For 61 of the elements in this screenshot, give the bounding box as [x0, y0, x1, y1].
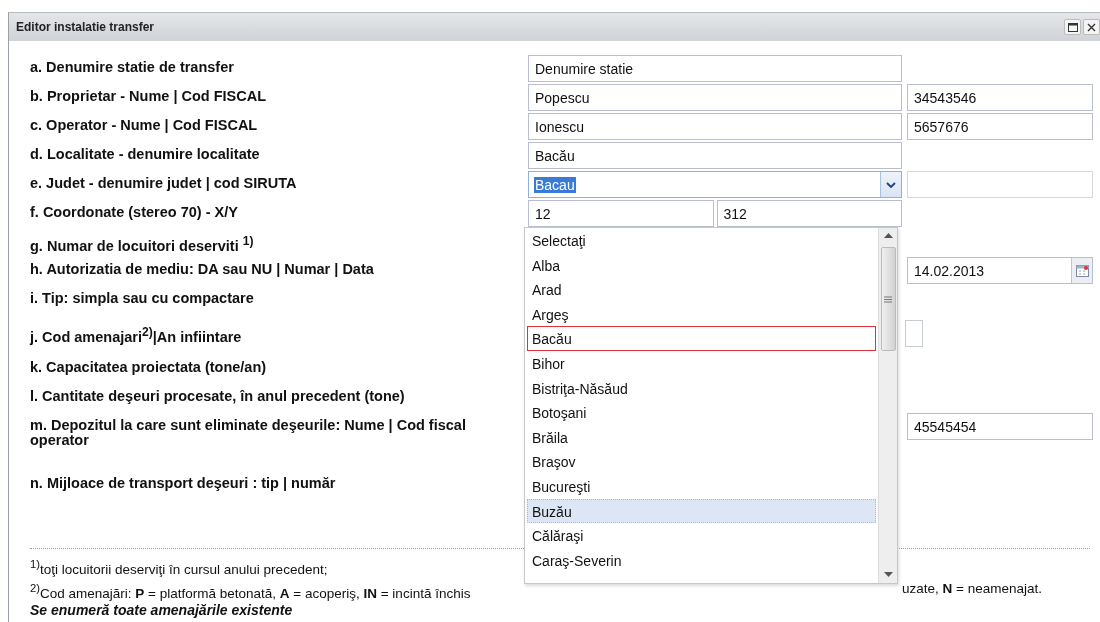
field-label: l. Cantitate deşeuri procesate, în anul precedent (tone)	[30, 387, 406, 404]
dropdown-option[interactable]: Brăila	[527, 424, 876, 450]
close-icon	[1087, 22, 1096, 32]
text-field[interactable]: Popescu	[528, 84, 902, 111]
window-title: Editor instalatie transfer	[16, 20, 155, 34]
field-label: e. Judet - denumire judet | cod SIRUTA	[30, 174, 298, 191]
dropdown-option[interactable]: Călăraşi	[527, 523, 876, 548]
text-field[interactable]: 34543546	[907, 84, 1093, 111]
text-field[interactable]: Ionescu	[528, 113, 902, 140]
grip-icon	[884, 295, 892, 303]
maximize-icon	[1067, 22, 1078, 32]
text-field[interactable]	[905, 320, 923, 347]
maximize-button[interactable]	[1064, 19, 1081, 35]
dropdown-option[interactable]: Bistriţa-Năsăud	[527, 375, 876, 401]
field-label: g. Numar de locuitori deserviti $^{1)}$	[30, 233, 255, 254]
dropdown-option[interactable]: Bihor	[527, 350, 876, 376]
text-field[interactable]: 312	[716, 200, 902, 227]
dropdown-option[interactable]: Selectaţi	[527, 228, 876, 253]
text-field[interactable]: Bacău	[528, 142, 902, 169]
field-label: k. Capacitatea proiectata (tone/an)	[30, 358, 268, 375]
field-label: i. Tip: simpla sau cu compactare	[30, 289, 255, 306]
close-button[interactable]	[1083, 19, 1100, 35]
dropdown-option[interactable]: Botoşani	[527, 400, 876, 425]
scroll-thumb[interactable]	[880, 247, 896, 351]
field-label: c. Operator - Nume | Cod FISCAL	[30, 116, 259, 133]
note-text: Se enumeră toate amenajările existente	[30, 602, 294, 618]
scroll-up-icon[interactable]	[883, 233, 893, 238]
dropdown-option[interactable]: Argeş	[527, 301, 876, 327]
dropdown-option[interactable]: Braşov	[527, 449, 876, 474]
text-field[interactable]: 45545454	[907, 413, 1093, 440]
dropdown-option[interactable]: Alba	[527, 252, 876, 278]
field-label: b. Proprietar - Nume | Cod FISCAL	[30, 87, 268, 104]
scroll-down-icon[interactable]	[883, 572, 893, 577]
text-field[interactable]	[907, 171, 1093, 198]
field-label: f. Coordonate (stereo 70) - X/Y	[30, 203, 239, 220]
text-field[interactable]: Denumire statie	[528, 55, 902, 82]
footnote-text: uzate, N = neamenajat.	[902, 579, 1043, 598]
date-field[interactable]: 14.02.2013	[907, 257, 1093, 284]
dropdown-option[interactable]: Buzău	[527, 498, 876, 524]
dropdown-button[interactable]	[880, 172, 901, 197]
date-value: 14.02.2013	[914, 262, 985, 279]
dropdown-option[interactable]: Bucureşti	[527, 473, 876, 499]
footnote-text: $^{1)}$toţi locuitorii deserviţi în cursul anului precedent;	[30, 557, 329, 579]
dropdown-option[interactable]: Caraş-Severin	[527, 547, 876, 573]
combo-value: Bacau	[534, 176, 576, 193]
field-label: d. Localitate - denumire localitate	[30, 145, 261, 162]
county-combo-box[interactable]: Bacau	[528, 171, 902, 198]
calendar-button[interactable]	[1071, 258, 1092, 283]
text-field[interactable]: 12	[528, 200, 714, 227]
field-label: m. Depozitul la care sunt eliminate deşeurile: Nume | Cod fiscal operator	[30, 416, 467, 448]
scrollbar[interactable]	[878, 228, 897, 583]
dropdown-option[interactable]: Bacău	[527, 326, 876, 351]
calendar-icon	[1075, 264, 1089, 277]
field-label: n. Mijloace de transport deşeuri : tip | număr	[30, 474, 337, 491]
field-label: a. Denumire statie de transfer	[30, 58, 235, 75]
dropdown-option[interactable]: Arad	[527, 277, 876, 302]
footnote-text: $^{2)}$Cod amenajări: P = platformă betonată, A = acoperiş, IN = incintă închis	[30, 580, 472, 602]
field-label: h. Autorizatia de mediu: DA sau NU | Numar | Data	[30, 260, 375, 277]
text-field[interactable]: 5657676	[907, 113, 1093, 140]
field-label: j. Cod amenajari$^{2)}$|An infiintare	[30, 324, 243, 345]
chevron-down-icon	[886, 181, 896, 188]
